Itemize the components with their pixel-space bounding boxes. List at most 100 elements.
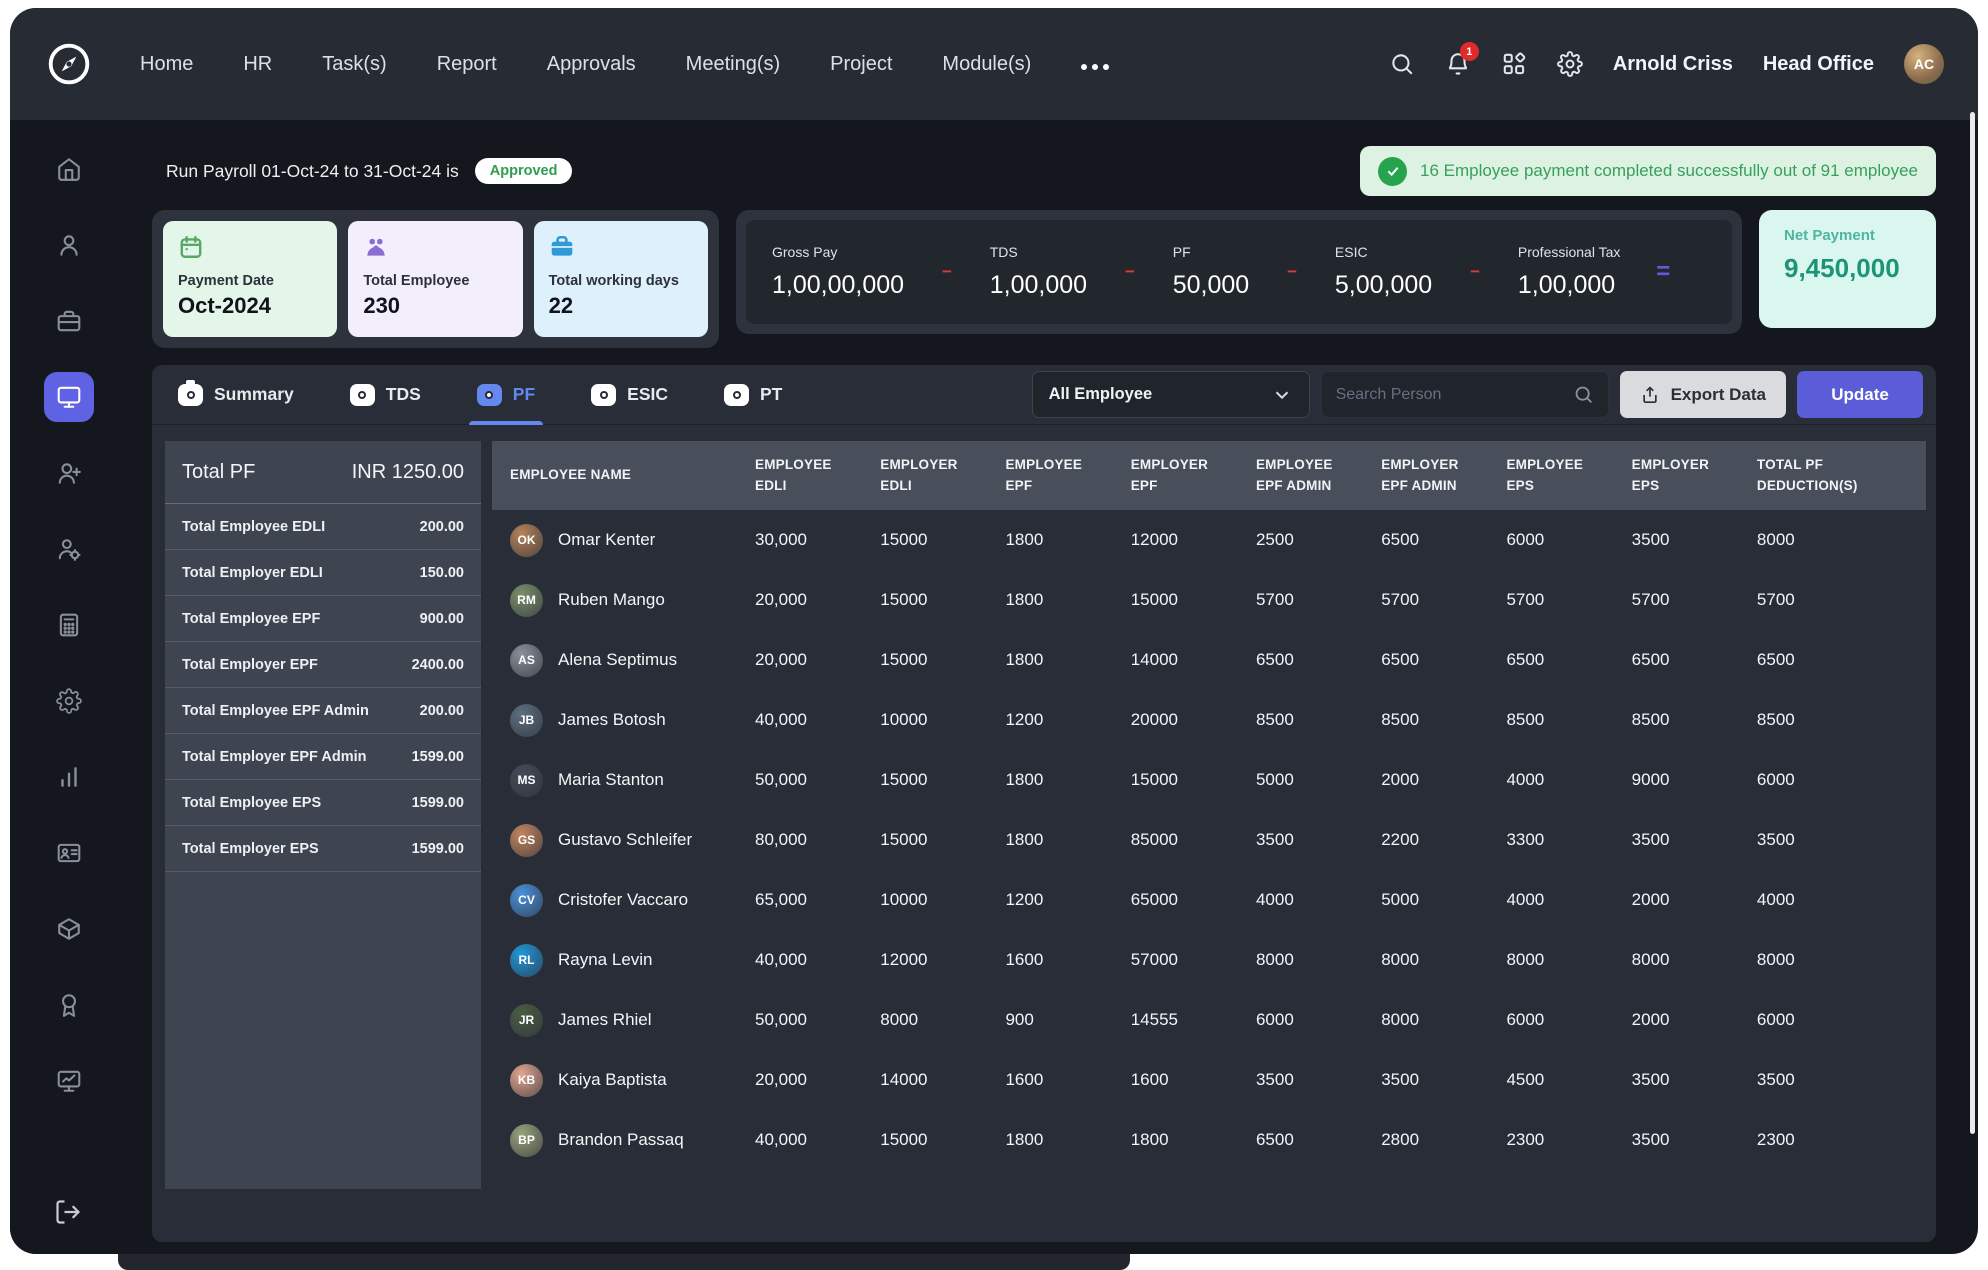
workspace-icon[interactable] <box>44 372 94 422</box>
cell-value: 3300 <box>1506 830 1545 849</box>
search-person-input[interactable] <box>1335 385 1573 404</box>
employees-icon[interactable] <box>54 230 84 260</box>
column-header-employer-edli: EMPLOYER EDLI <box>880 456 958 493</box>
award-icon[interactable] <box>54 990 84 1020</box>
gear-icon[interactable] <box>1556 51 1583 77</box>
nav-item-task-s[interactable]: Task(s) <box>322 53 386 76</box>
content-area: Run Payroll 01-Oct-24 to 31-Oct-24 is Ap… <box>128 120 1978 1254</box>
employee-name[interactable]: Gustavo Schleifer <box>558 830 692 850</box>
employee-name[interactable]: James Botosh <box>558 710 666 730</box>
employee-name[interactable]: Omar Kenter <box>558 530 655 550</box>
monitor-chart-icon[interactable] <box>54 1066 84 1096</box>
calculator-icon[interactable] <box>54 610 84 640</box>
employee-name-cell: JR James Rhiel <box>510 1003 755 1037</box>
avatar: RM <box>510 583 543 617</box>
navbar-right: 1 Arnold Criss Head Office AC <box>1389 42 1944 84</box>
cell-value: 5000 <box>1381 890 1420 909</box>
cell-value: 3500 <box>1381 1070 1420 1089</box>
export-data-button[interactable]: Export Data <box>1619 371 1786 418</box>
cell-value: 1800 <box>1005 650 1044 669</box>
scrollbar[interactable] <box>1970 112 1975 1134</box>
id-card-icon[interactable] <box>54 838 84 868</box>
tab-pt[interactable]: PT <box>724 365 782 424</box>
payout-icon[interactable] <box>54 914 84 944</box>
tab-summary[interactable]: Summary <box>178 365 294 424</box>
employee-name[interactable]: Alena Septimus <box>558 650 677 670</box>
employee-filter-dropdown[interactable]: All Employee <box>1031 371 1310 418</box>
nav-item-report[interactable]: Report <box>437 53 497 76</box>
user-name[interactable]: Arnold Criss <box>1613 53 1733 76</box>
cell-value: 3500 <box>1631 830 1670 849</box>
update-button[interactable]: Update <box>1797 371 1923 418</box>
net-payment-label: Net Payment <box>1784 227 1875 244</box>
pay-item-value: 1,00,000 <box>1517 271 1616 299</box>
nav-item-home[interactable]: Home <box>140 53 193 76</box>
nav-item-meeting-s[interactable]: Meeting(s) <box>686 53 780 76</box>
nav-item-hr[interactable]: HR <box>243 53 272 76</box>
tab-pf[interactable]: PF <box>468 365 544 425</box>
cell-value: 3500 <box>1255 830 1294 849</box>
employee-name[interactable]: Kaiya Baptista <box>558 1070 667 1090</box>
cell-value: 3500 <box>1631 1130 1670 1149</box>
cell-value: 85000 <box>1130 830 1178 849</box>
cell-value: 3500 <box>1631 530 1670 549</box>
cell-value: 15000 <box>880 830 928 849</box>
tab-bar: SummaryTDSPFESICPT All Employee Expo <box>152 365 1936 425</box>
table-body: OK Omar Kenter 30,000 15000 1800 12000 2500 650… <box>492 510 1926 1170</box>
tab-tds[interactable]: TDS <box>349 365 421 424</box>
home-icon[interactable] <box>54 154 84 184</box>
office-selector[interactable]: Head Office <box>1763 53 1874 76</box>
avatar: MS <box>510 763 543 797</box>
briefcase-icon[interactable] <box>54 306 84 336</box>
pay-item-value: 5,00,000 <box>1334 271 1433 299</box>
cell-value: 80,000 <box>755 830 807 849</box>
employee-name[interactable]: James Rhiel <box>558 1010 652 1030</box>
cell-value: 5700 <box>1631 590 1670 609</box>
pay-item-tds: TDS 1,00,000 <box>990 244 1087 300</box>
nav-item-module-s[interactable]: Module(s) <box>942 53 1031 76</box>
nav-more-icon[interactable] <box>1081 58 1110 70</box>
cell-value: 50,000 <box>755 770 807 789</box>
cell-value: 5700 <box>1381 590 1420 609</box>
employee-name-cell: KB Kaiya Baptista <box>510 1063 755 1097</box>
apps-grid-icon[interactable] <box>1501 51 1527 77</box>
logout-icon[interactable] <box>54 1198 84 1228</box>
tabs: Summary TDS PF ESIC PT <box>178 365 782 425</box>
column-header-total-pf-deduction-s: TOTAL PF DEDUCTION(S) <box>1756 456 1858 493</box>
tab-label: ESIC <box>627 384 668 404</box>
settings-icon[interactable] <box>54 686 84 716</box>
search-icon[interactable] <box>1389 51 1415 77</box>
top-navbar: Home HR Task(s) Report Approvals Meeting(s) Pr… <box>10 8 1978 120</box>
pf-total-row-total-employer-epf-admin: Total Employer EPF Admin 1599.00 <box>165 734 481 780</box>
nav-item-approvals[interactable]: Approvals <box>547 53 636 76</box>
table-row: JR James Rhiel 50,000 8000 900 14555 6000 8000 6… <box>492 990 1926 1050</box>
cell-value: 9000 <box>1631 770 1670 789</box>
add-user-icon[interactable] <box>54 458 84 488</box>
cell-value: 1800 <box>1005 770 1044 789</box>
cell-value: 1600 <box>1130 1070 1169 1089</box>
summary-card-label: Total working days <box>548 273 679 289</box>
cell-value: 65000 <box>1130 890 1178 909</box>
employee-name[interactable]: Brandon Passaq <box>558 1130 684 1150</box>
pf-total-row-total-employer-edli: Total Employer EDLI 150.00 <box>165 550 481 596</box>
pf-total-row-total-employee-epf-admin: Total Employee EPF Admin 200.00 <box>165 688 481 734</box>
nav-item-project[interactable]: Project <box>830 53 892 76</box>
employee-name[interactable]: Rayna Levin <box>558 950 653 970</box>
cell-value: 15000 <box>880 770 928 789</box>
column-header-employer-eps: EMPLOYER EPS <box>1631 456 1710 493</box>
app-logo[interactable] <box>10 42 128 86</box>
tab-esic[interactable]: ESIC <box>591 365 668 424</box>
cell-value: 1600 <box>1005 950 1044 969</box>
cell-value: 1200 <box>1005 710 1044 729</box>
user-settings-icon[interactable] <box>54 534 84 564</box>
pf-total-value: 150.00 <box>419 564 464 581</box>
bar-chart-icon[interactable] <box>54 762 84 792</box>
employee-name[interactable]: Maria Stanton <box>558 770 664 790</box>
employee-name[interactable]: Ruben Mango <box>558 590 665 610</box>
cell-value: 40,000 <box>755 710 807 729</box>
pf-total-row-total-employee-eps: Total Employee EPS 1599.00 <box>165 780 481 826</box>
notifications-bell-icon[interactable]: 1 <box>1445 42 1479 77</box>
employee-name[interactable]: Cristofer Vaccaro <box>558 890 688 910</box>
user-avatar[interactable]: AC <box>1904 44 1944 84</box>
employee-name-cell: RL Rayna Levin <box>510 943 755 977</box>
